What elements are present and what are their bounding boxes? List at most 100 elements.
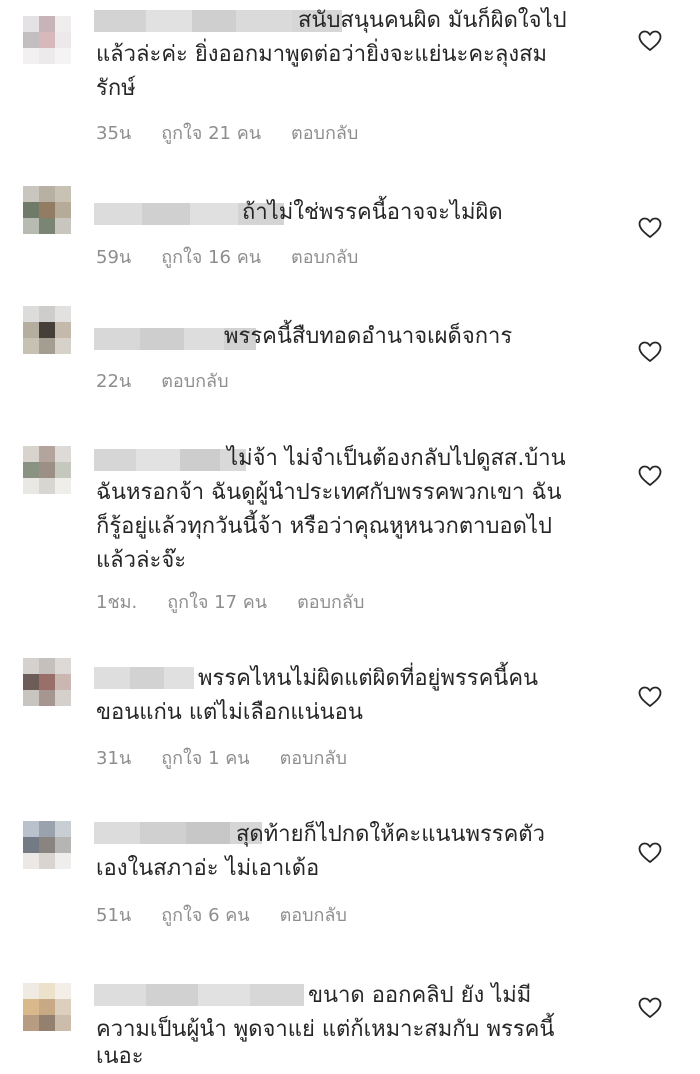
comment-meta: 35น ถูกใจ 21 คน ตอบกลับ (96, 118, 388, 147)
avatar-pixel (39, 32, 55, 48)
avatar[interactable] (23, 658, 71, 706)
avatar-pixel (55, 478, 71, 494)
comment-time: 1ชม. (96, 592, 138, 613)
comment-meta: 1ชม. ถูกใจ 17 คน ตอบกลับ (96, 587, 394, 616)
avatar-pixel (23, 338, 39, 354)
avatar-pixel (55, 202, 71, 218)
avatar-pixel (39, 202, 55, 218)
comment-text-line: สุดท้ายก็ไปกดให้คะแนนพรรคตัว (236, 822, 545, 847)
comment-text-line: ความเป็นผู้นำ พูดจาแย่ แต่ก้เหมาะสมกับ พ… (96, 1017, 555, 1042)
avatar-pixel (23, 690, 39, 706)
avatar-pixel (23, 983, 39, 999)
avatar-pixel (23, 853, 39, 869)
heart-icon[interactable] (638, 842, 662, 864)
avatar-pixel (39, 48, 55, 64)
heart-icon[interactable] (638, 341, 662, 363)
avatar-pixel (23, 48, 39, 64)
like-count[interactable]: ถูกใจ 21 คน (161, 123, 261, 144)
avatar-pixel (23, 16, 39, 32)
avatar[interactable] (23, 446, 71, 494)
avatar-pixel (55, 658, 71, 674)
like-count[interactable]: ถูกใจ 6 คน (161, 905, 249, 926)
avatar-pixel (39, 218, 55, 234)
comment-text-line: ถ้าไม่ใช่พรรคนี้อาจจะไม่ผิด (242, 200, 503, 225)
comment-text-line: ขนาด ออกคลิป ยัง ไม่มี (308, 983, 532, 1008)
avatar[interactable] (23, 16, 71, 64)
avatar-pixel (39, 338, 55, 354)
avatar-pixel (23, 999, 39, 1015)
avatar-pixel (55, 338, 71, 354)
like-count[interactable]: ถูกใจ 1 คน (161, 748, 249, 769)
heart-icon[interactable] (638, 217, 662, 239)
avatar[interactable] (23, 821, 71, 869)
avatar-pixel (55, 853, 71, 869)
avatar-pixel (55, 48, 71, 64)
avatar[interactable] (23, 306, 71, 354)
reply-button[interactable]: ตอบกลับ (161, 371, 228, 392)
comment-text-line: ฉันหรอกจ้า ฉันดูผู้นำประเทศกับพรรคพวกเขา… (96, 480, 562, 505)
avatar-pixel (23, 837, 39, 853)
avatar-pixel (23, 202, 39, 218)
avatar-pixel (39, 690, 55, 706)
avatar-pixel (23, 478, 39, 494)
comment-text-line: เนอะ (96, 1044, 144, 1069)
avatar-pixel (55, 1015, 71, 1031)
heart-icon[interactable] (638, 30, 662, 52)
comment-text-line: รักษ์ (96, 76, 136, 101)
comment-time: 31น (96, 748, 132, 769)
comment-time: 35น (96, 123, 132, 144)
reply-button[interactable]: ตอบกลับ (280, 748, 347, 769)
comment-text-line: ก็รู้อยู่แล้วทุกวันนี้จ้า หรือว่าคุณหูหน… (96, 514, 552, 539)
avatar-pixel (39, 446, 55, 462)
avatar[interactable] (23, 983, 71, 1031)
avatar-pixel (23, 322, 39, 338)
avatar-pixel (39, 837, 55, 853)
avatar-pixel (39, 674, 55, 690)
heart-icon[interactable] (638, 465, 662, 487)
comment-meta: 31น ถูกใจ 1 คน ตอบกลับ (96, 743, 377, 772)
blurred-username[interactable] (94, 984, 304, 1006)
avatar-pixel (23, 218, 39, 234)
reply-button[interactable]: ตอบกลับ (297, 592, 364, 613)
avatar-pixel (39, 999, 55, 1015)
avatar-pixel (55, 690, 71, 706)
comment-time: 22น (96, 371, 132, 392)
reply-button[interactable]: ตอบกลับ (291, 123, 358, 144)
avatar[interactable] (23, 186, 71, 234)
reply-button[interactable]: ตอบกลับ (280, 905, 347, 926)
comment-text-line: ขอนแก่น แต่ไม่เลือกแน่นอน (96, 700, 363, 725)
heart-icon[interactable] (638, 686, 662, 708)
avatar-pixel (39, 478, 55, 494)
avatar-pixel (39, 322, 55, 338)
avatar-pixel (39, 16, 55, 32)
avatar-pixel (55, 32, 71, 48)
avatar-pixel (39, 983, 55, 999)
avatar-pixel (39, 821, 55, 837)
comment-meta: 51น ถูกใจ 6 คน ตอบกลับ (96, 900, 377, 929)
avatar-pixel (55, 322, 71, 338)
avatar-pixel (23, 186, 39, 202)
comment-time: 51น (96, 905, 132, 926)
avatar-pixel (23, 32, 39, 48)
comment-text-line: แล้วล่ะจ๊ะ (96, 548, 187, 573)
avatar-pixel (55, 821, 71, 837)
avatar-pixel (55, 218, 71, 234)
avatar-pixel (23, 674, 39, 690)
avatar-pixel (23, 821, 39, 837)
reply-button[interactable]: ตอบกลับ (291, 247, 358, 268)
avatar-pixel (55, 16, 71, 32)
heart-icon[interactable] (638, 997, 662, 1019)
comment-text-line: ไม่จ้า ไม่จำเป็นต้องกลับไปดูสส.บ้าน (227, 446, 566, 471)
comment-text-line: พรรคนี้สืบทอดอำนาจเผด็จการ (224, 324, 513, 349)
avatar-pixel (55, 999, 71, 1015)
avatar-pixel (55, 837, 71, 853)
avatar-pixel (55, 462, 71, 478)
blurred-username[interactable] (94, 667, 194, 689)
like-count[interactable]: ถูกใจ 16 คน (161, 247, 261, 268)
avatar-pixel (39, 853, 55, 869)
avatar-pixel (39, 462, 55, 478)
avatar-pixel (55, 186, 71, 202)
like-count[interactable]: ถูกใจ 17 คน (167, 592, 267, 613)
blurred-username[interactable] (94, 449, 246, 471)
avatar-pixel (39, 186, 55, 202)
